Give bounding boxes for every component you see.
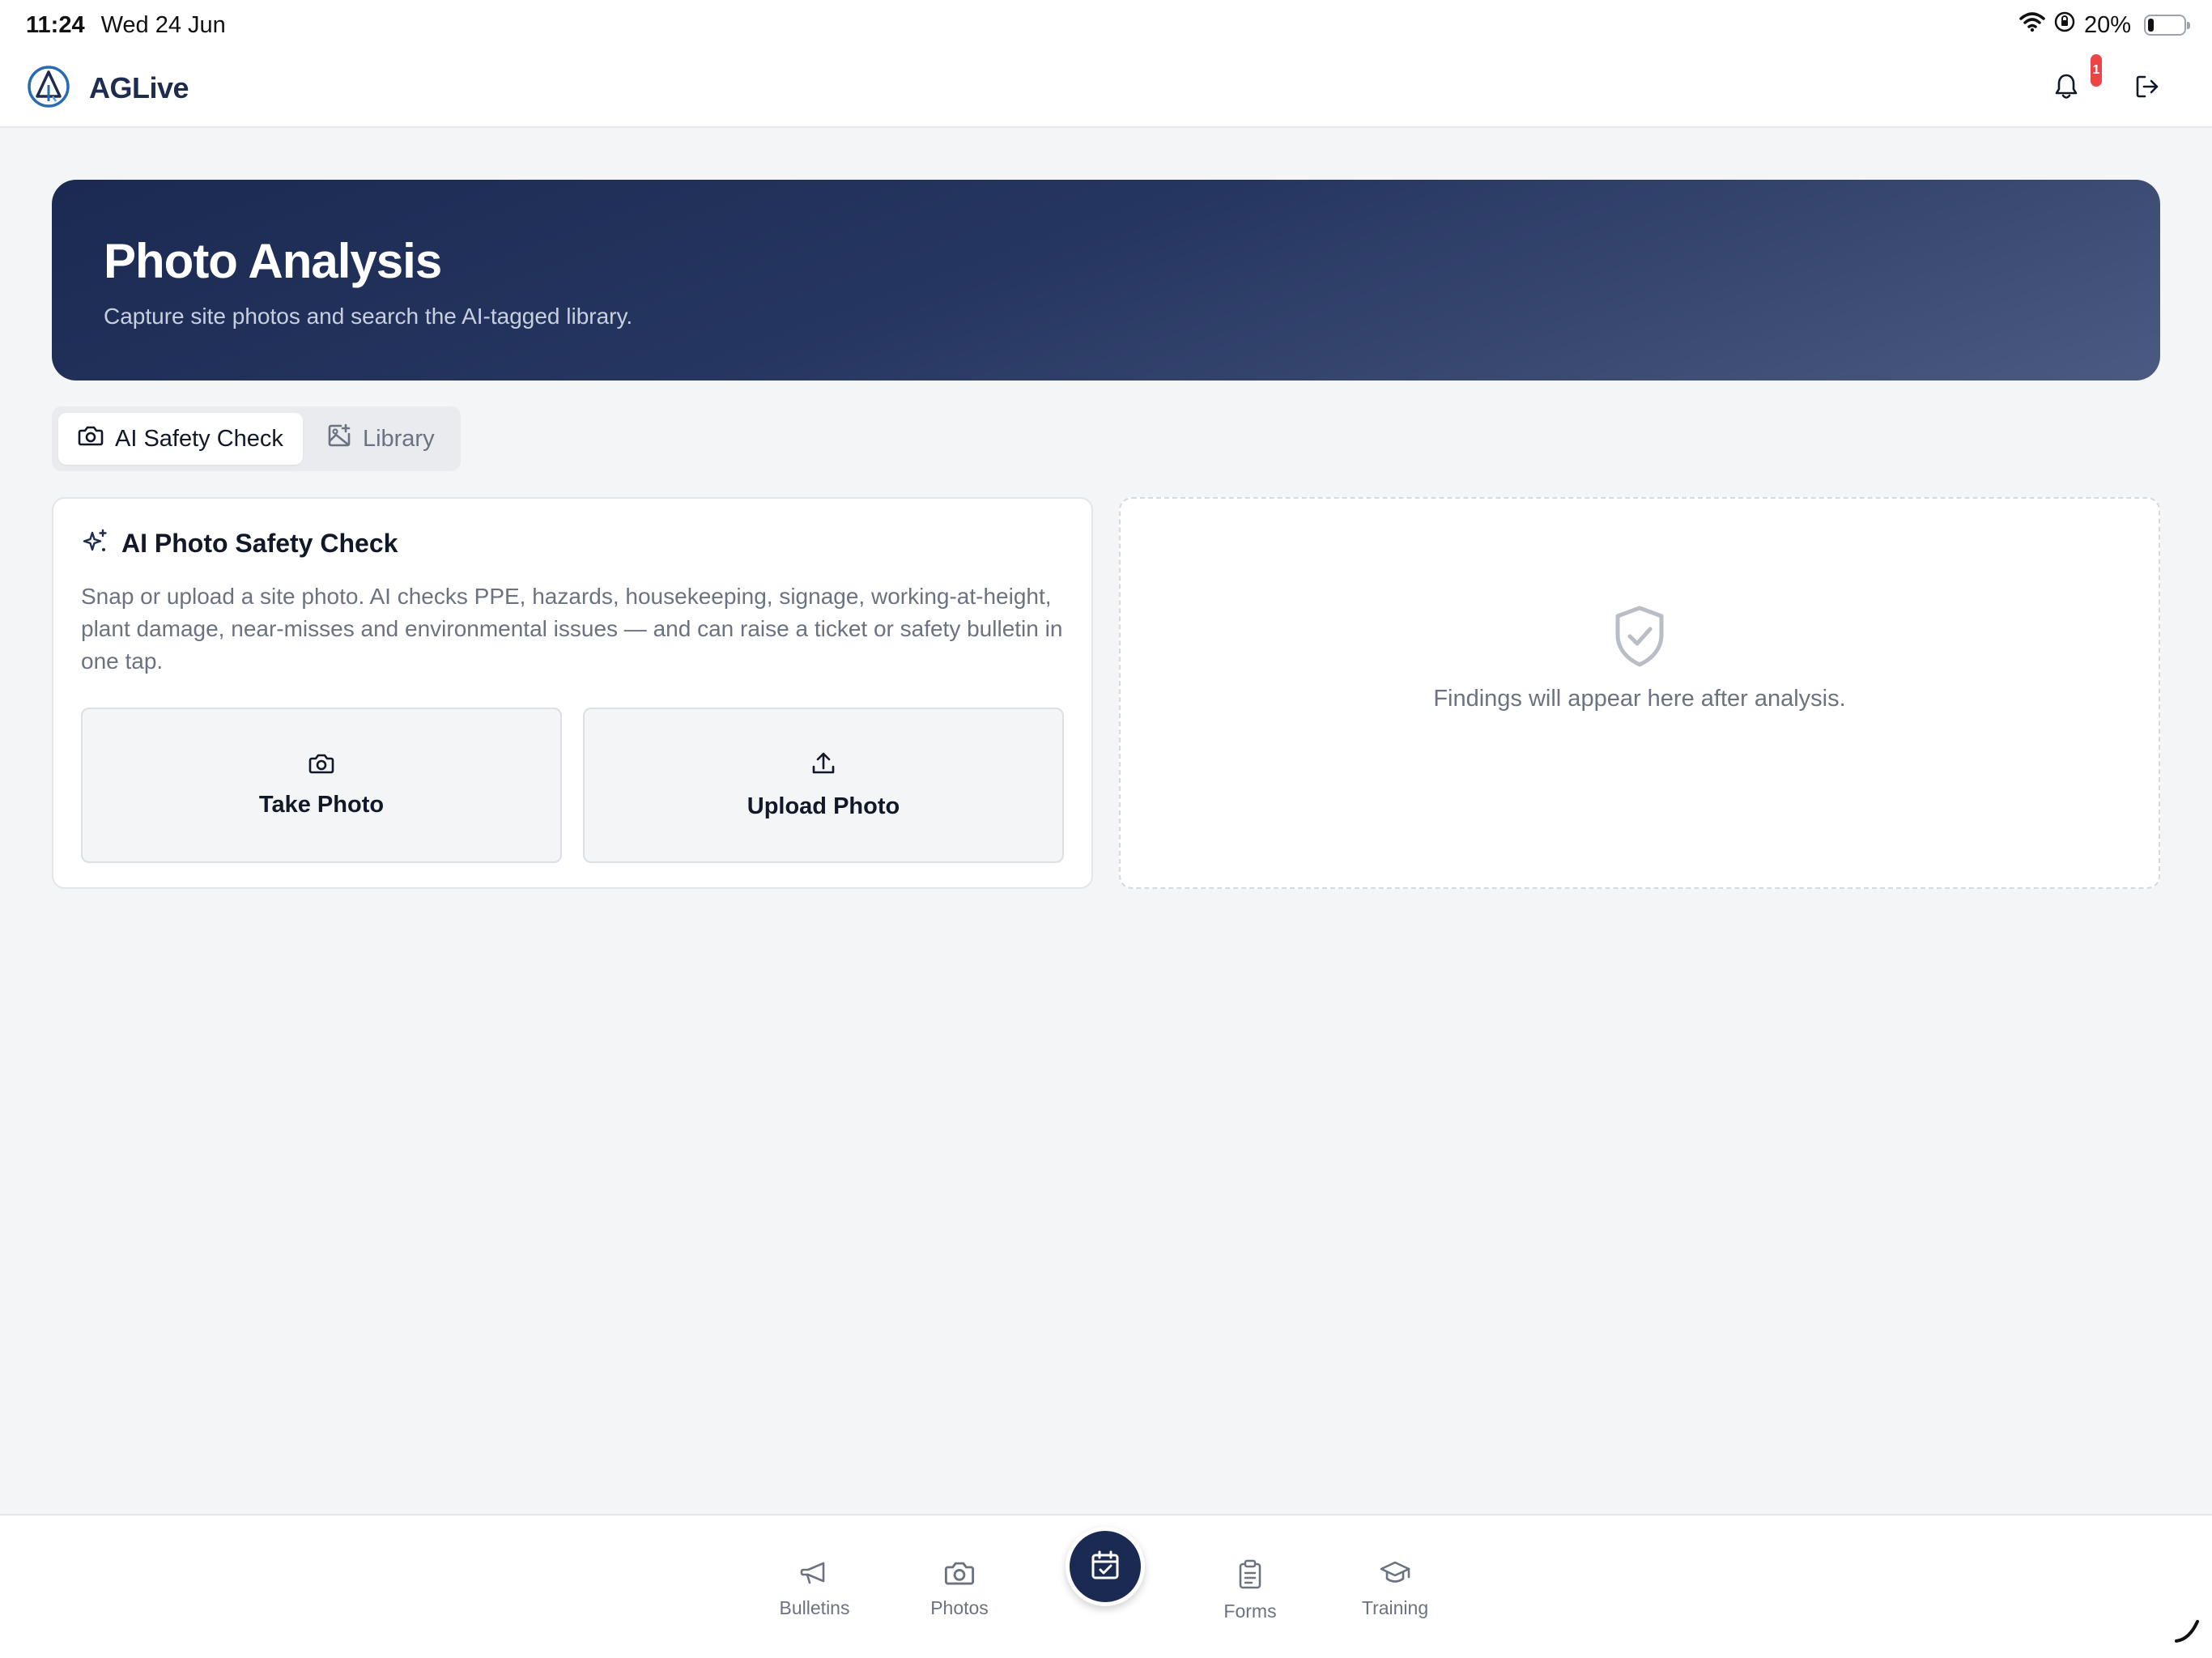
take-photo-button[interactable]: Take Photo (81, 708, 562, 863)
aglive-logo-icon (26, 64, 71, 113)
upload-icon (810, 750, 836, 780)
hero-banner: Photo Analysis Capture site photos and s… (52, 180, 2160, 380)
home-indicator-icon (2173, 1617, 2201, 1648)
graduation-cap-icon (1379, 1559, 1411, 1591)
findings-panel: Findings will appear here after analysis… (1119, 497, 2160, 889)
card-description: Snap or upload a site photo. AI checks P… (81, 584, 1063, 674)
logout-icon (2134, 74, 2160, 104)
nav-center-tasks-button[interactable] (1066, 1527, 1145, 1606)
nav-item-bulletins[interactable]: Bulletins (758, 1559, 871, 1619)
nav-item-forms[interactable]: Forms (1193, 1559, 1307, 1622)
notifications-button[interactable]: 1 (2048, 54, 2102, 106)
battery-percent: 20% (2083, 11, 2131, 38)
clipboard-icon (1237, 1559, 1263, 1594)
photo-tabs: AI Safety Check Library (52, 406, 461, 471)
page-title: Photo Analysis (104, 234, 442, 288)
shield-check-icon (1611, 604, 1668, 673)
card-header: AI Photo Safety Check (81, 528, 1064, 559)
battery-icon (2144, 15, 2190, 36)
take-photo-label: Take Photo (258, 792, 385, 818)
tab-label: Library (362, 425, 435, 452)
nav-label: Bulletins (779, 1597, 850, 1618)
findings-empty-text: Findings will appear here after analysis… (1433, 686, 1846, 712)
bell-icon (2054, 73, 2078, 104)
calendar-check-icon (1089, 1549, 1121, 1585)
megaphone-icon (799, 1559, 830, 1591)
upload-photo-label: Upload Photo (747, 793, 900, 819)
nav-item-photos[interactable]: Photos (903, 1559, 1016, 1619)
header-actions: 1 (2048, 54, 2165, 106)
orientation-lock-icon (2053, 11, 2076, 40)
status-time: 11:24 (26, 11, 85, 38)
ai-safety-check-card: AI Photo Safety Check Snap or upload a s… (52, 497, 1093, 889)
status-indicators: 20% (2019, 11, 2190, 40)
nav-label: Forms (1223, 1601, 1277, 1622)
page-subtitle: Capture site photos and search the AI-ta… (104, 304, 633, 329)
tab-ai-safety-check[interactable]: AI Safety Check (58, 413, 303, 465)
nav-label: Photos (930, 1597, 989, 1618)
nav-label: Training (1361, 1597, 1429, 1618)
camera-icon (944, 1559, 975, 1591)
card-title: AI Photo Safety Check (121, 529, 398, 558)
camera-icon (78, 424, 104, 453)
wifi-icon (2019, 11, 2045, 39)
sparkles-icon (81, 528, 108, 559)
notification-badge: 1 (2091, 54, 2102, 87)
camera-icon (308, 752, 334, 779)
app-screen: 11:24 Wed 24 Jun 20% AGLive 1 Photo Anal… (0, 0, 2212, 1658)
photo-actions: Take Photo Upload Photo (81, 708, 1064, 863)
image-plus-icon (327, 423, 351, 454)
status-date: Wed 24 Jun (100, 11, 226, 38)
tab-label: AI Safety Check (115, 425, 283, 452)
brand[interactable]: AGLive (26, 64, 189, 113)
bottom-nav: Bulletins Photos Forms Training (0, 1514, 2212, 1658)
nav-item-training[interactable]: Training (1338, 1559, 1452, 1619)
logout-button[interactable] (2129, 70, 2165, 106)
status-bar: 11:24 Wed 24 Jun 20% (0, 0, 2212, 50)
upload-photo-button[interactable]: Upload Photo (583, 708, 1064, 863)
tab-library[interactable]: Library (308, 413, 454, 465)
app-header: AGLive 1 (0, 50, 2212, 128)
app-name: AGLive (89, 71, 189, 104)
